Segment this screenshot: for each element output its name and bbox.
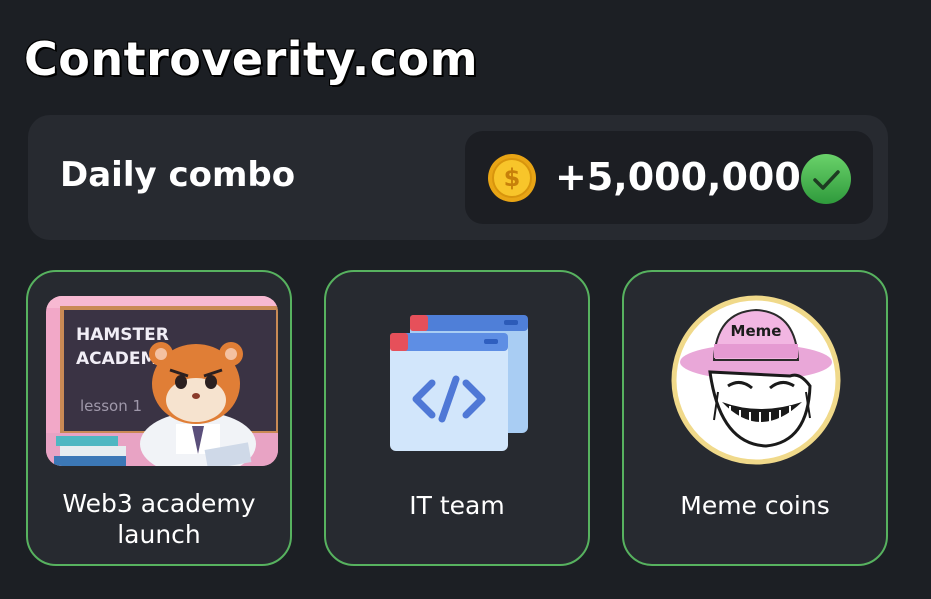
- board-text-hamster: HAMSTER: [76, 325, 169, 345]
- card-label-it-team: IT team: [409, 491, 505, 520]
- card-label-meme-coins: Meme coins: [680, 491, 830, 520]
- daily-combo-bar: Daily combo $ +5,000,000: [28, 115, 888, 240]
- meme-coin-icon: Meme: [671, 295, 841, 465]
- reward-value: +5,000,000: [555, 155, 801, 199]
- combo-card-it-team[interactable]: IT team: [324, 270, 590, 566]
- hat-text: Meme: [731, 322, 782, 340]
- board-text-lesson: lesson 1: [80, 397, 142, 415]
- daily-combo-title: Daily combo: [60, 155, 296, 195]
- combo-card-meme-coins[interactable]: Meme Meme coins: [622, 270, 888, 566]
- coin-icon: $: [488, 154, 536, 202]
- combo-card-web3-academy[interactable]: HAMSTER ACADEMY lesson 1 Web3 academy la…: [26, 270, 292, 566]
- hamster-academy-image: HAMSTER ACADEMY lesson 1: [46, 296, 278, 466]
- svg-text:$: $: [504, 164, 521, 192]
- checkmark-icon: [801, 154, 851, 204]
- watermark-text: Controverity.com: [24, 32, 479, 86]
- code-window-icon: [390, 315, 528, 451]
- card-label-web3-academy: Web3 academy launch: [62, 489, 256, 549]
- reward-pill: $ +5,000,000: [465, 131, 873, 224]
